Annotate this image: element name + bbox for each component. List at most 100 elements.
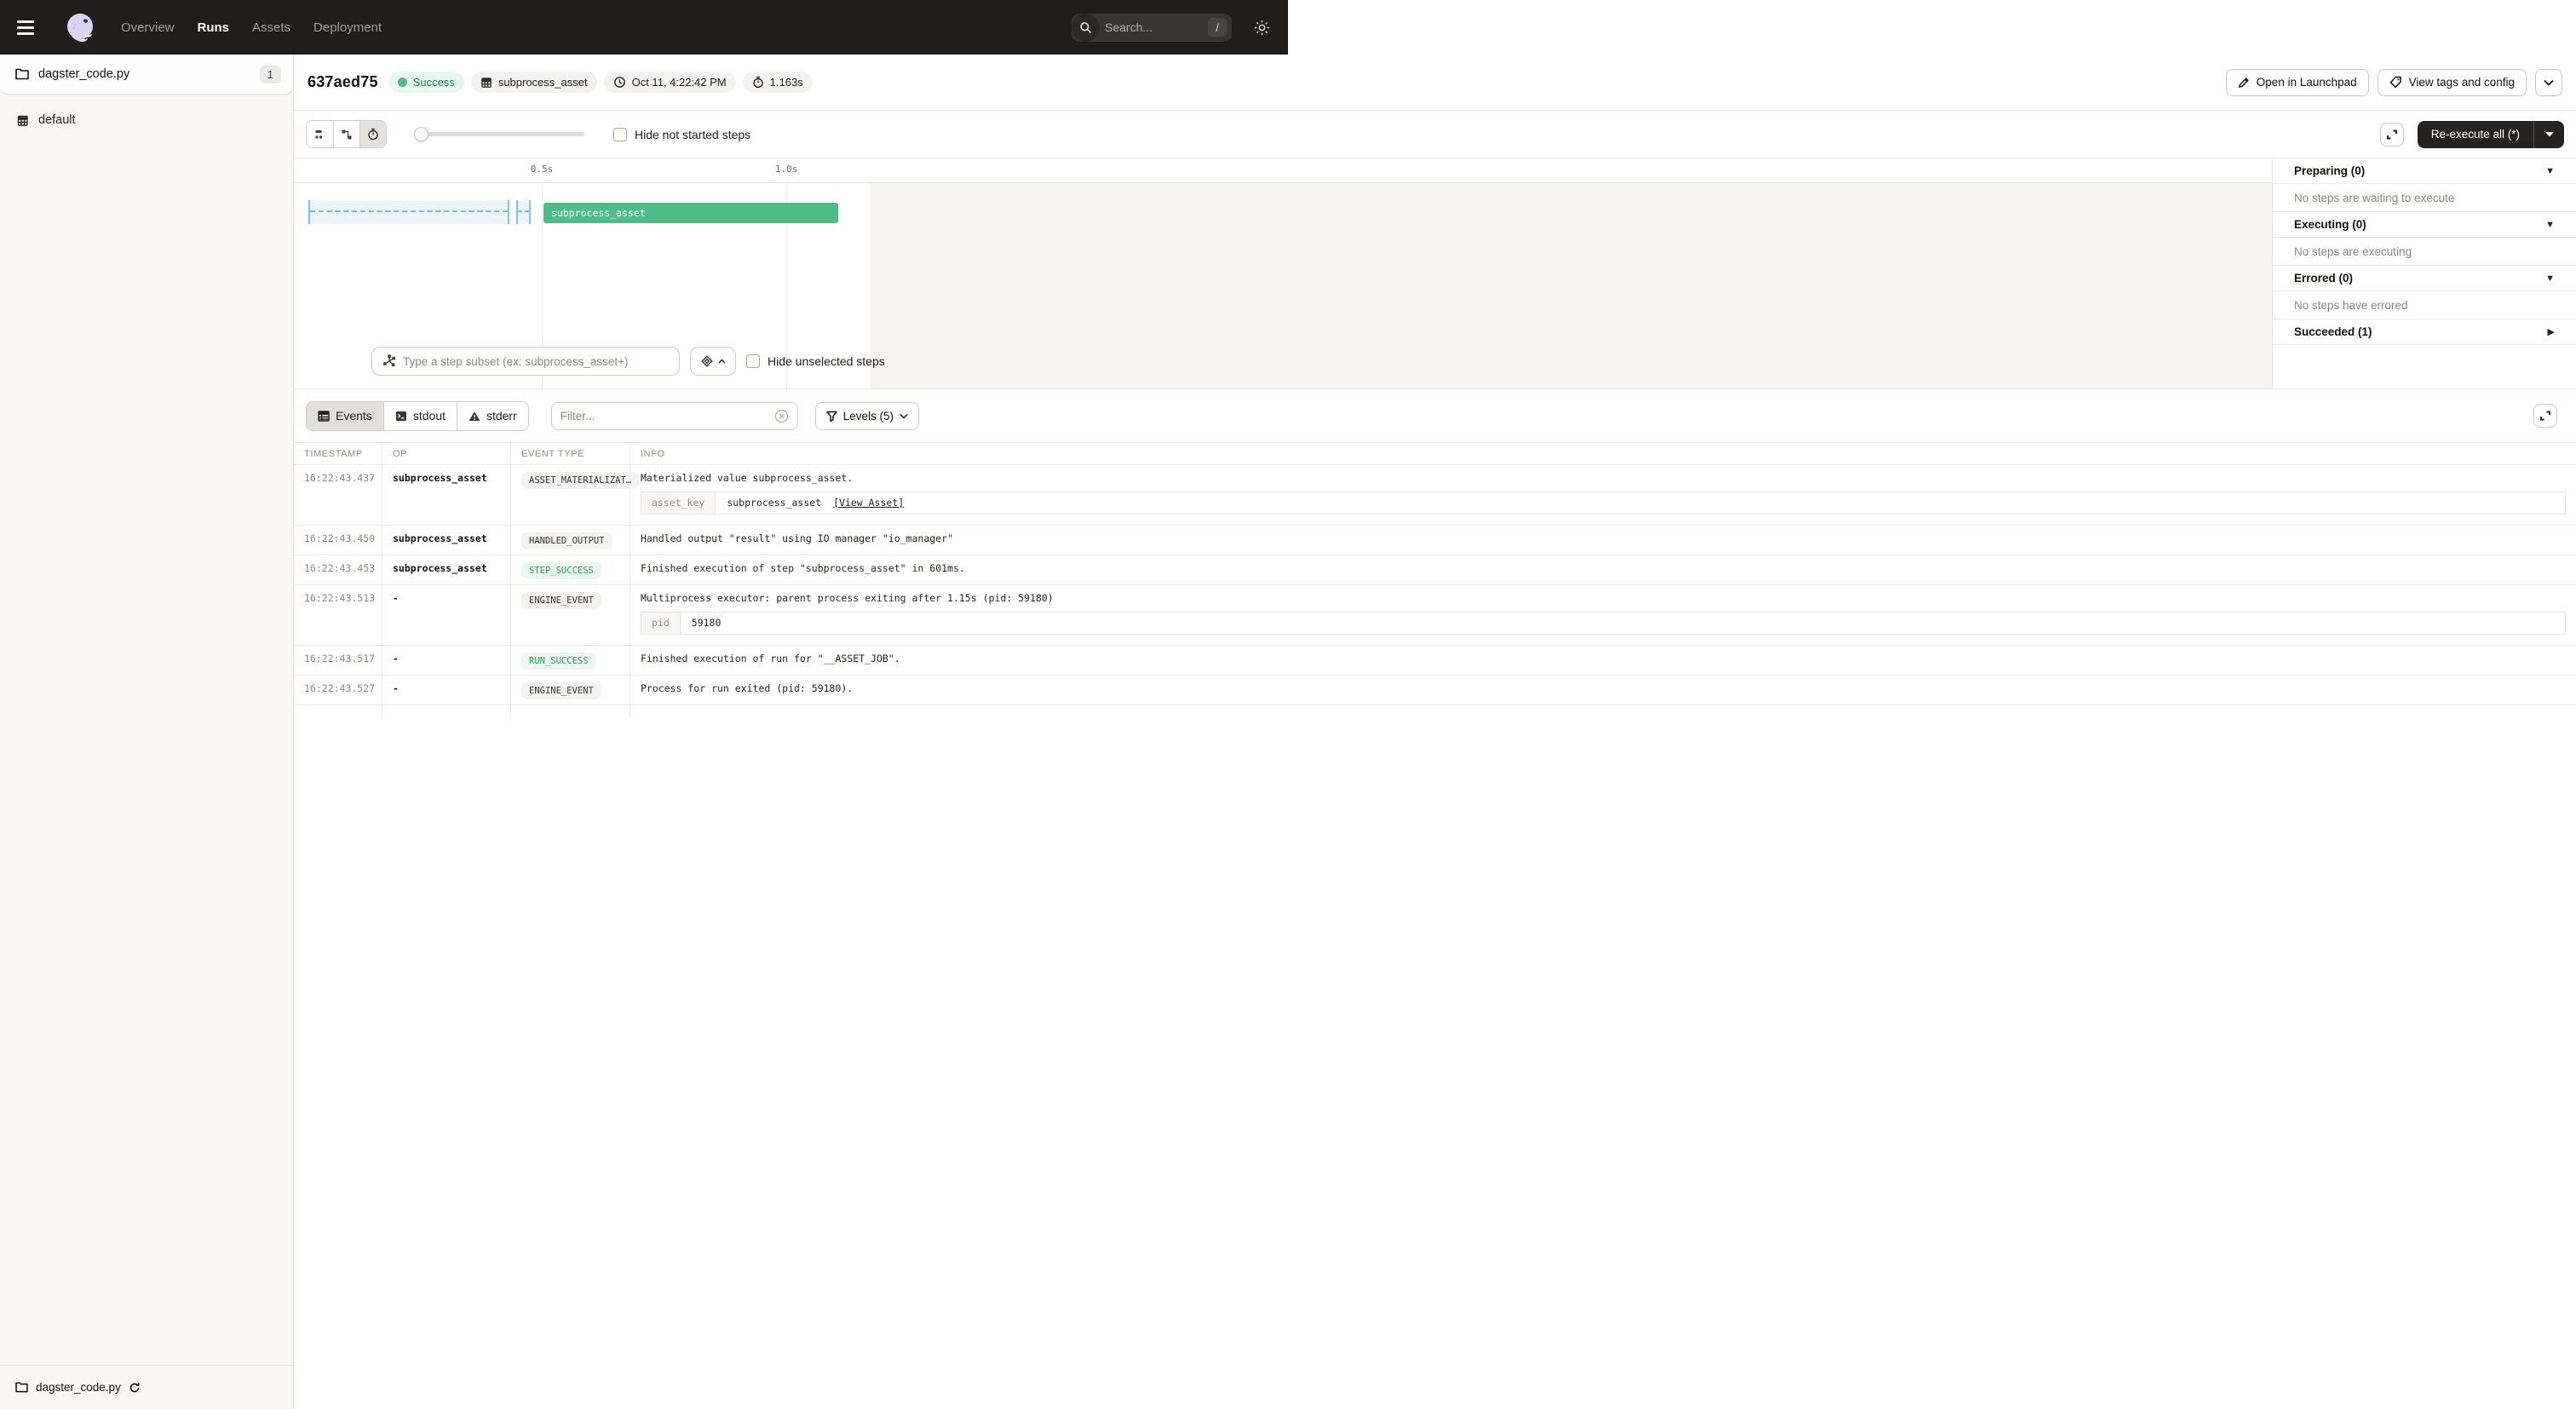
view-asset-link[interactable]: [View Asset] [833,497,904,509]
table-body: 16:22:43.437 subprocess_asset ASSET_MATE… [294,465,2576,705]
step-section-header[interactable]: Errored (0) ▼ [2273,266,2576,291]
event-message: Handled output "result" using IO manager… [641,532,2566,544]
table-icon [318,411,330,422]
section-caret-icon[interactable]: ▼ [2545,166,2555,176]
open-in-launchpad-button[interactable]: Open in Launchpad [2226,69,2369,96]
tab-stdout[interactable]: stdout [383,402,457,430]
step-section-header[interactable]: Preparing (0) ▼ [2273,158,2576,184]
reload-icon[interactable] [129,1382,141,1394]
timer-icon [752,76,764,89]
event-row[interactable]: 16:22:43.527 - ENGINE_EVENT Process for … [294,676,2576,705]
settings-gear-icon[interactable] [1249,14,1274,40]
expand-icon [2539,410,2551,422]
gantt-fullscreen-button[interactable] [2380,123,2404,147]
event-info-cell: Finished execution of step "subprocess_a… [630,555,2576,584]
event-row[interactable]: 16:22:43.437 subprocess_asset ASSET_MATE… [294,465,2576,526]
funnel-icon [826,411,837,422]
col-event-type: EVENT TYPE [511,443,630,464]
search-shortcut-key: / [1208,18,1227,37]
event-type-cell: ENGINE_EVENT [511,585,630,645]
reexecute-split-button: Re-execute all (*) [2418,121,2564,148]
event-op: - [382,676,511,704]
partial-row [294,705,2576,717]
run-id: 637aed75 [308,73,378,91]
tab-events[interactable]: Events [307,402,383,430]
nav-link[interactable]: Runs [198,20,230,35]
nav-link[interactable]: Assets [252,20,290,35]
folder-icon [15,1382,28,1393]
step-section-header[interactable]: Succeeded (1) ▶ [2273,319,2576,345]
levels-filter-button[interactable]: Levels (5) [815,402,919,430]
event-timestamp: 16:22:43.437 [294,465,382,525]
hide-unselected-checkbox-row[interactable]: Hide unselected steps [746,354,885,368]
flat-view-button[interactable] [307,121,333,147]
event-info-cell: Process for run exited (pid: 59180). [630,676,2576,704]
run-actions-chevron-button[interactable] [2535,69,2562,96]
section-caret-icon[interactable]: ▼ [2545,273,2555,284]
event-op: subprocess_asset [382,526,511,555]
step-section-header[interactable]: Executing (0) ▼ [2273,212,2576,238]
timed-view-button[interactable] [359,121,386,147]
graph-query-toggle-button[interactable] [690,347,736,376]
event-message: Process for run exited (pid: 59180). [641,682,2566,694]
footer-code-location: dagster_code.py [36,1381,121,1394]
job-grid-icon [480,77,492,89]
clear-filter-icon[interactable] [774,409,789,423]
nav-link[interactable]: Overview [121,20,175,35]
event-type-badge: STEP_SUCCESS [521,562,601,579]
sidebar-item-default[interactable]: default [0,106,293,135]
event-row[interactable]: 16:22:43.450 subprocess_asset HANDLED_OU… [294,526,2576,555]
slider-thumb[interactable] [414,127,428,141]
hide-unselected-checkbox[interactable] [746,354,760,368]
event-message: Materialized value subprocess_asset. [641,472,2566,484]
view-tags-config-button[interactable]: View tags and config [2378,69,2527,96]
logs-fullscreen-button[interactable] [2533,404,2557,428]
event-timestamp: 16:22:43.517 [294,646,382,675]
reexecute-all-button[interactable]: Re-execute all (*) [2418,121,2533,148]
event-timestamp: 16:22:43.450 [294,526,382,555]
step-status-panel: Preparing (0) ▼ No steps are waiting to … [2272,158,2576,388]
col-op: OP [382,443,511,464]
event-info-cell: Finished execution of run for "__ASSET_J… [630,646,2576,675]
event-type-cell: ASSET_MATERIALIZAT… [511,465,630,525]
hide-not-started-checkbox-row[interactable]: Hide not started steps [613,128,750,141]
waterfall-view-button[interactable] [333,121,359,147]
event-row[interactable]: 16:22:43.517 - RUN_SUCCESS Finished exec… [294,646,2576,676]
event-type-badge: ENGINE_EVENT [521,592,601,609]
event-type-badge: HANDLED_OUTPUT [521,532,612,549]
log-filter-input[interactable]: Filter... [551,402,798,430]
gantt-step-bar[interactable]: subprocess_asset [543,203,838,223]
event-timestamp: 16:22:43.527 [294,676,382,704]
section-caret-icon[interactable]: ▶ [2548,326,2555,337]
event-timestamp: 16:22:43.513 [294,585,382,645]
step-subset-input[interactable]: Type a step subset (ex: subprocess_asset… [371,347,680,376]
event-type-badge: RUN_SUCCESS [521,653,596,670]
section-caret-icon[interactable]: ▼ [2545,220,2555,230]
event-metadata-table: asset_key subprocess_asset[View Asset] [641,492,2566,515]
hide-not-started-checkbox[interactable] [613,128,627,141]
dagster-logo-icon[interactable] [63,10,97,44]
menu-icon[interactable] [17,12,48,43]
tab-stderr[interactable]: stderr [457,402,528,430]
code-location-name: dagster_code.py [38,67,129,81]
event-type-badge: ASSET_MATERIALIZAT… [521,472,639,489]
search-input[interactable]: Search... / [1072,14,1232,42]
stopwatch-icon [367,128,379,141]
event-row[interactable]: 16:22:43.513 - ENGINE_EVENT Multiprocess… [294,585,2576,646]
reexecute-dropdown-button[interactable] [2533,121,2564,148]
flat-list-icon [314,129,326,141]
gantt-chart: 0.5s 1.0s subprocess_asset [294,158,2272,388]
event-info-cell: Multiprocess executor: parent process ex… [630,585,2576,645]
start-time-tag: Oct 11, 4:22:42 PM [604,72,736,93]
zoom-slider[interactable] [414,127,584,141]
col-timestamp: TIMESTAMP [294,443,382,464]
code-location-card[interactable]: dagster_code.py 1 [0,55,293,95]
waterfall-icon [341,129,353,141]
gantt-toolbar: Hide not started steps Re-execute all (*… [294,110,2576,158]
nav-link[interactable]: Deployment [313,20,382,35]
chevron-down-icon [900,413,908,419]
job-tag[interactable]: subprocess_asset [471,72,597,93]
left-sidebar: dagster_code.py 1 default dagster_code.p… [0,55,294,1409]
event-row[interactable]: 16:22:43.453 subprocess_asset STEP_SUCCE… [294,555,2576,585]
metadata-key: asset_key [641,492,716,514]
